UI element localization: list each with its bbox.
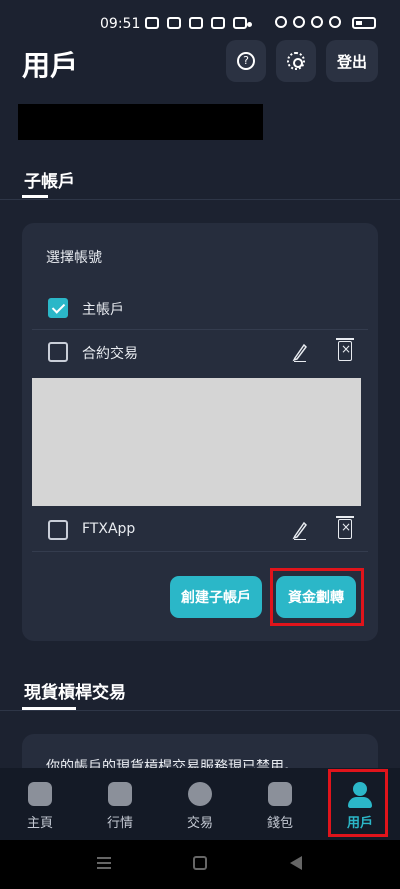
checkbox[interactable] xyxy=(48,342,68,362)
logout-button[interactable]: 登出 xyxy=(326,40,378,82)
help-icon: ? xyxy=(237,52,255,70)
trash-icon[interactable] xyxy=(336,516,354,539)
account-label: 合約交易 xyxy=(82,346,138,362)
nav-highlight-box xyxy=(328,769,388,837)
nav-trade[interactable]: 交易 xyxy=(160,768,240,840)
wallet-icon xyxy=(268,782,292,806)
account-label: 主帳戶 xyxy=(82,302,124,318)
nav-label: 行情 xyxy=(106,816,133,831)
exchange-icon xyxy=(188,782,212,806)
select-account-label: 選擇帳號 xyxy=(46,250,102,266)
settings-button[interactable] xyxy=(276,40,316,82)
tab-margin-trading[interactable]: 現貨槓桿交易 xyxy=(24,678,126,703)
status-bar: 09:51 xyxy=(0,0,400,44)
page-title: 用戶 xyxy=(22,49,79,82)
system-nav-bar xyxy=(0,840,400,889)
edit-icon[interactable] xyxy=(292,342,308,362)
row-divider xyxy=(32,551,368,552)
status-time: 09:51 xyxy=(100,16,141,32)
account-row-contract[interactable]: 合約交易 xyxy=(22,330,378,374)
image-placeholder xyxy=(32,378,361,506)
section-divider xyxy=(0,199,400,200)
tab-sub-accounts[interactable]: 子帳戶 xyxy=(24,167,75,192)
home-icon xyxy=(28,782,52,806)
highlight-box xyxy=(270,568,364,626)
help-button[interactable]: ? xyxy=(226,40,266,82)
account-label: FTXApp xyxy=(82,521,136,537)
nav-home[interactable]: 主頁 xyxy=(0,768,80,840)
account-row-main[interactable]: 主帳戶 xyxy=(22,286,378,330)
notification-dot-icon xyxy=(247,22,252,27)
redacted-account-info xyxy=(18,104,263,140)
chart-icon xyxy=(108,782,132,806)
nav-label: 錢包 xyxy=(266,816,293,831)
nav-market[interactable]: 行情 xyxy=(80,768,160,840)
edit-icon[interactable] xyxy=(292,520,308,540)
account-row-ftxapp[interactable]: FTXApp xyxy=(22,508,378,552)
menu-icon[interactable] xyxy=(97,857,111,859)
nav-label: 主頁 xyxy=(26,816,53,831)
checkbox[interactable] xyxy=(48,520,68,540)
home-square-icon[interactable] xyxy=(193,856,207,870)
account-select-card: 選擇帳號 主帳戶 合約交易 FTXApp 創建子帳戶 資金劃轉 xyxy=(22,223,378,641)
section-divider xyxy=(0,710,400,711)
nav-wallet[interactable]: 錢包 xyxy=(240,768,320,840)
battery-icon xyxy=(352,17,376,29)
nav-label: 交易 xyxy=(186,816,213,831)
checkbox-checked[interactable] xyxy=(48,298,68,318)
tab-underline xyxy=(22,195,48,198)
system-status-icons xyxy=(275,16,341,28)
gear-icon xyxy=(287,52,305,70)
back-icon[interactable] xyxy=(290,856,302,870)
notification-icons xyxy=(145,17,247,29)
trash-icon[interactable] xyxy=(336,338,354,361)
create-sub-account-button[interactable]: 創建子帳戶 xyxy=(170,576,262,618)
